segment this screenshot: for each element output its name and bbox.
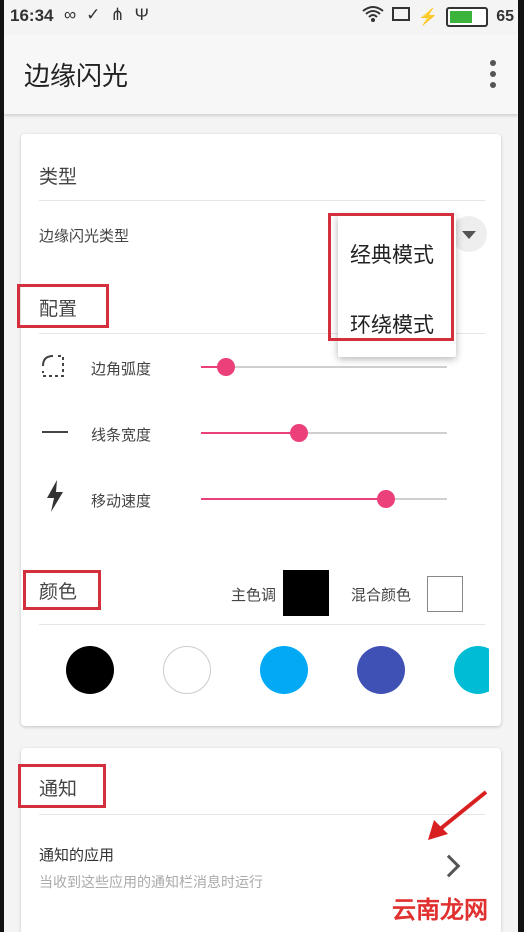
annotation-arrow-icon <box>428 790 488 840</box>
wifi-icon <box>362 5 384 28</box>
watermark: 云南龙网 <box>392 890 488 925</box>
infinity-icon: ∞ <box>64 5 77 24</box>
screen-icon <box>392 6 411 27</box>
palette-color-swatch[interactable] <box>66 646 114 694</box>
app-toolbar: 边缘闪光 <box>4 34 518 114</box>
status-bar: 16:34 ∞ ✓ ⋔ Ψ ⚡ 65 <box>4 0 518 34</box>
page-title: 边缘闪光 <box>24 62 129 92</box>
status-icons-right: ⚡ 65 <box>362 5 514 28</box>
status-icons-left: ∞ ✓ ⋔ Ψ <box>64 5 149 25</box>
highlight-box <box>328 213 454 341</box>
usb-icon: Ψ <box>134 5 149 24</box>
palette-color-swatch[interactable] <box>260 646 308 694</box>
check-circle-icon: ✓ <box>86 5 101 24</box>
palette-color-swatch[interactable] <box>357 646 405 694</box>
share-icon: ⋔ <box>110 5 125 24</box>
palette-color-swatch[interactable] <box>454 646 489 694</box>
notify-section-title: 通知 <box>39 778 78 800</box>
battery-icon <box>446 6 489 27</box>
chevron-right-icon <box>437 854 461 878</box>
more-options-icon[interactable] <box>488 60 498 88</box>
battery-fill <box>450 10 473 23</box>
notify-apps-title: 通知的应用 <box>39 846 115 864</box>
battery-percent: 65 <box>496 7 514 25</box>
charging-bolt-icon: ⚡ <box>418 8 439 26</box>
app-screen: 16:34 ∞ ✓ ⋔ Ψ ⚡ 65 边缘闪光 类型 边缘闪光类型 配置 边角弧… <box>4 0 518 932</box>
status-time: 16:34 <box>10 6 54 25</box>
palette-color-swatch[interactable] <box>163 646 211 694</box>
watermark-text: 云南龙网 <box>392 896 488 924</box>
divider <box>39 814 485 815</box>
notify-apps-subtitle: 当收到这些应用的通知栏消息时运行 <box>39 875 263 891</box>
